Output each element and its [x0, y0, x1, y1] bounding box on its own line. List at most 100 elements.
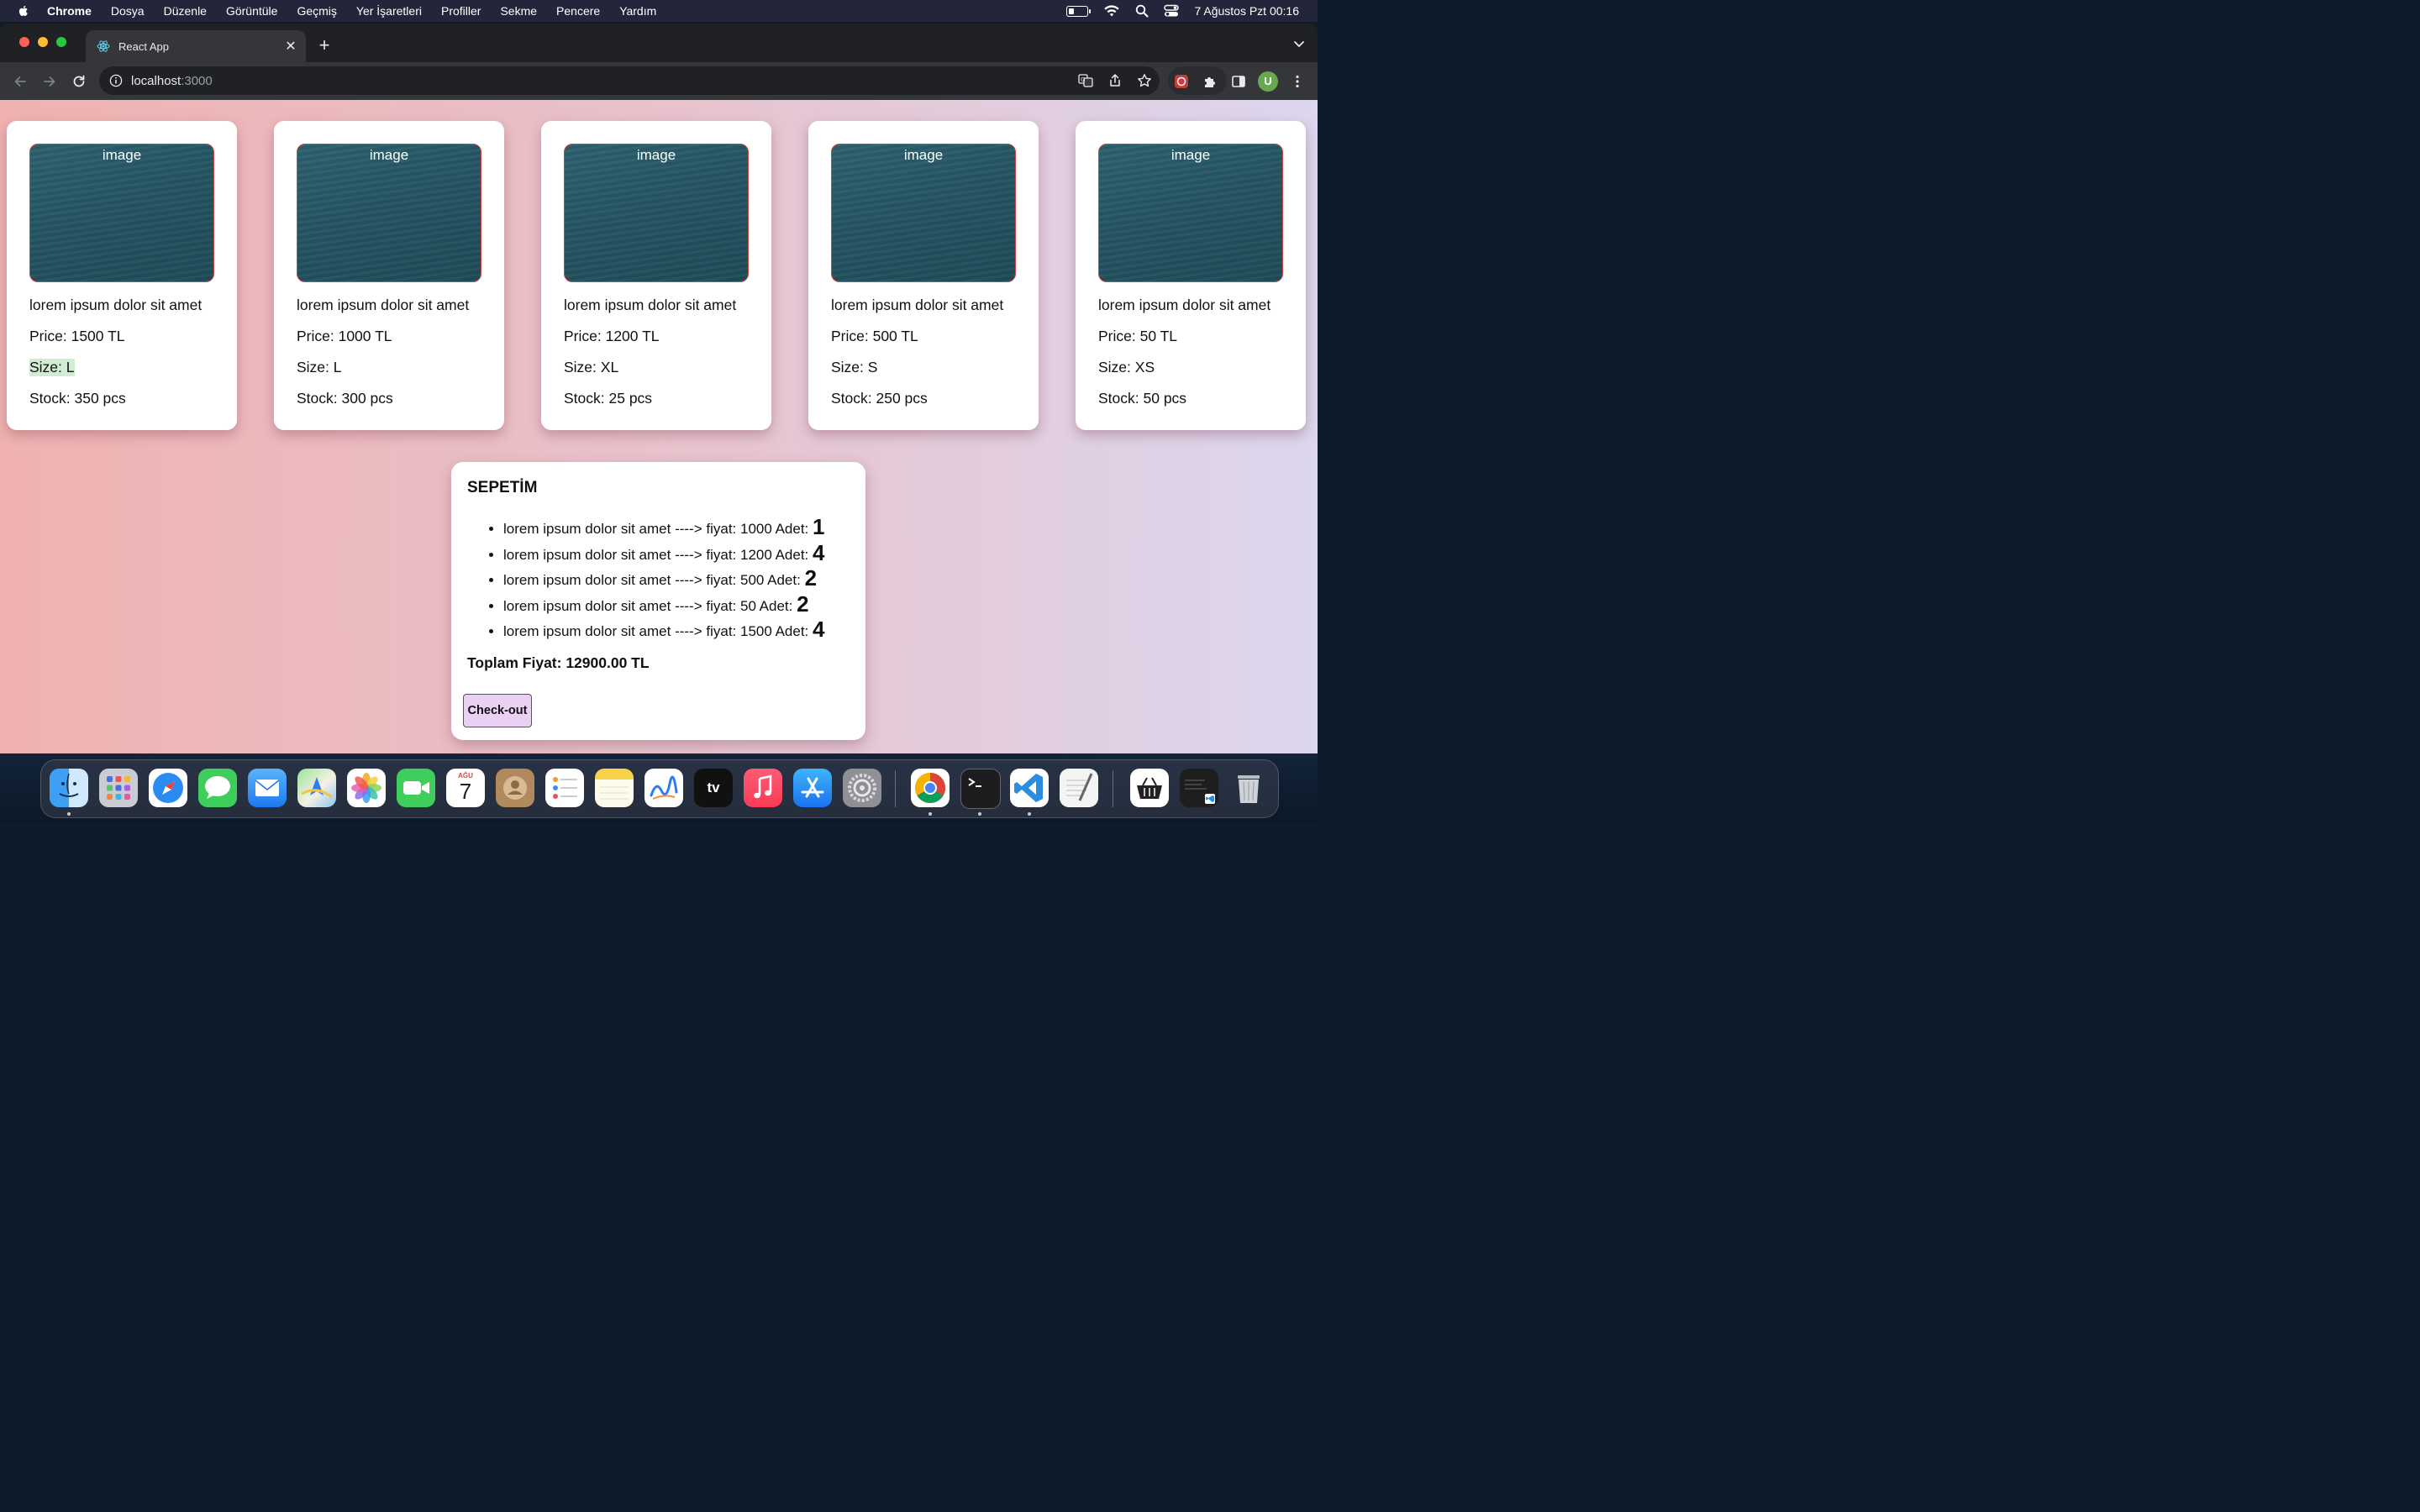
profile-avatar[interactable]: U [1258, 71, 1278, 92]
back-arrow-icon[interactable] [10, 71, 30, 92]
product-name: lorem ipsum dolor sit amet [29, 297, 203, 313]
product-stock: Stock: 50 pcs [1098, 390, 1187, 407]
apple-icon[interactable] [17, 4, 30, 18]
music-icon[interactable] [744, 769, 782, 807]
window-fullscreen-button[interactable] [56, 37, 66, 47]
product-size: Size: L [297, 359, 342, 375]
spotlight-search-icon[interactable] [1135, 4, 1149, 18]
textedit-icon[interactable] [1060, 769, 1098, 807]
menu-tab[interactable]: Sekme [500, 4, 537, 18]
product-card: image lorem ipsum dolor sit amet Price: … [808, 121, 1039, 430]
menu-view[interactable]: Görüntüle [226, 4, 277, 18]
checkout-button[interactable]: Check-out [463, 694, 532, 727]
mail-icon[interactable] [248, 769, 287, 807]
product-image-alt-text: image [102, 147, 142, 163]
menu-window[interactable]: Pencere [556, 4, 600, 18]
product-name: lorem ipsum dolor sit amet [1098, 297, 1271, 313]
trash-icon[interactable] [1229, 769, 1268, 807]
window-minimize-button[interactable] [38, 37, 48, 47]
menu-edit[interactable]: Düzenle [164, 4, 207, 18]
new-tab-icon[interactable]: + [314, 35, 334, 55]
window-close-button[interactable] [19, 37, 29, 47]
notes-icon[interactable] [595, 769, 634, 807]
maps-icon[interactable] [297, 769, 336, 807]
calendar-icon[interactable]: AĞU 7 [446, 769, 485, 807]
vscode-window-preview-icon[interactable] [1180, 769, 1218, 807]
contacts-icon[interactable] [496, 769, 534, 807]
url-port: :3000 [181, 73, 213, 88]
translate-icon[interactable]: G [1077, 72, 1094, 89]
reload-icon[interactable] [69, 71, 89, 92]
app-store-icon[interactable] [793, 769, 832, 807]
chrome-icon[interactable] [911, 769, 950, 807]
finder-running-dot [67, 812, 71, 816]
site-info-icon[interactable] [109, 74, 123, 87]
product-card: image lorem ipsum dolor sit amet Price: … [274, 121, 504, 430]
product-price: Price: 1000 TL [297, 328, 392, 344]
chrome-menu-icon[interactable] [1288, 72, 1307, 91]
launchpad-icon[interactable] [99, 769, 138, 807]
product-card: image lorem ipsum dolor sit amet Price: … [541, 121, 771, 430]
tab-strip: React App ✕ + [0, 24, 1318, 62]
basket-app-icon[interactable] [1130, 769, 1169, 807]
product-card: image lorem ipsum dolor sit amet Price: … [7, 121, 237, 430]
menu-app-name[interactable]: Chrome [47, 4, 92, 18]
battery-icon[interactable] [1066, 5, 1092, 17]
wifi-icon[interactable] [1103, 4, 1120, 18]
vscode-icon[interactable] [1010, 769, 1049, 807]
cart-item-quantity: 1 [813, 514, 825, 539]
photos-icon[interactable] [347, 769, 386, 807]
browser-tab-active[interactable]: React App ✕ [86, 30, 306, 62]
product-name: lorem ipsum dolor sit amet [297, 297, 470, 313]
bookmark-star-icon[interactable] [1136, 72, 1153, 89]
cart-item-text: lorem ipsum dolor sit amet ----> fiyat: … [503, 623, 813, 639]
address-bar[interactable]: localhost:3000 G [99, 66, 1160, 95]
forward-arrow-icon[interactable] [39, 71, 60, 92]
finder-icon[interactable] [50, 769, 88, 807]
cart-item-text: lorem ipsum dolor sit amet ----> fiyat: … [503, 572, 805, 588]
cart-title: SEPETİM [467, 479, 538, 496]
dock-separator [895, 770, 896, 807]
product-image: image [831, 144, 1016, 282]
cart-item: lorem ipsum dolor sit amet ----> fiyat: … [503, 565, 873, 591]
terminal-running-dot [978, 812, 981, 816]
share-icon[interactable] [1107, 72, 1123, 89]
tab-title: React App [118, 39, 169, 53]
menu-history[interactable]: Geçmiş [297, 4, 336, 18]
side-panel-icon[interactable] [1229, 72, 1248, 91]
menu-file[interactable]: Dosya [111, 4, 145, 18]
reminders-icon[interactable] [545, 769, 584, 807]
product-image-alt-text: image [369, 147, 409, 163]
messages-icon[interactable] [198, 769, 237, 807]
product-price: Price: 1200 TL [564, 328, 660, 344]
menu-profiles[interactable]: Profiller [441, 4, 481, 18]
cart-item-quantity: 4 [813, 539, 825, 565]
page-viewport: image lorem ipsum dolor sit amet Price: … [0, 100, 1318, 753]
menubar-clock[interactable]: 7 Ağustos Pzt 00:16 [1194, 4, 1299, 18]
product-image: image [564, 144, 749, 282]
chrome-running-dot [929, 812, 932, 816]
product-image: image [297, 144, 481, 282]
tab-close-icon[interactable]: ✕ [281, 36, 301, 56]
control-center-icon[interactable] [1164, 4, 1180, 18]
cart-item-text: lorem ipsum dolor sit amet ----> fiyat: … [503, 597, 797, 614]
apple-tv-icon[interactable]: tv [694, 769, 733, 807]
terminal-icon[interactable] [960, 769, 1001, 809]
system-settings-icon[interactable] [843, 769, 881, 807]
shopping-cart-panel: SEPETİM lorem ipsum dolor sit amet ---->… [451, 462, 865, 740]
facetime-icon[interactable] [397, 769, 435, 807]
menu-help[interactable]: Yardım [619, 4, 656, 18]
browser-toolbar: localhost:3000 G U [0, 62, 1318, 100]
cart-item: lorem ipsum dolor sit amet ----> fiyat: … [503, 617, 873, 643]
apple-tv-label: tv [707, 780, 720, 795]
tab-search-chevron-icon[interactable] [1291, 35, 1307, 52]
freeform-icon[interactable] [644, 769, 683, 807]
safari-icon[interactable] [149, 769, 187, 807]
product-image-alt-text: image [636, 147, 676, 163]
product-size: Size: XS [1098, 359, 1155, 375]
react-logo-icon [97, 40, 110, 52]
vscode-running-dot [1028, 812, 1031, 816]
menu-bookmarks[interactable]: Yer İşaretleri [356, 4, 422, 18]
extensions-puzzle-icon[interactable] [1201, 72, 1219, 91]
extension-red-icon[interactable] [1172, 72, 1191, 91]
